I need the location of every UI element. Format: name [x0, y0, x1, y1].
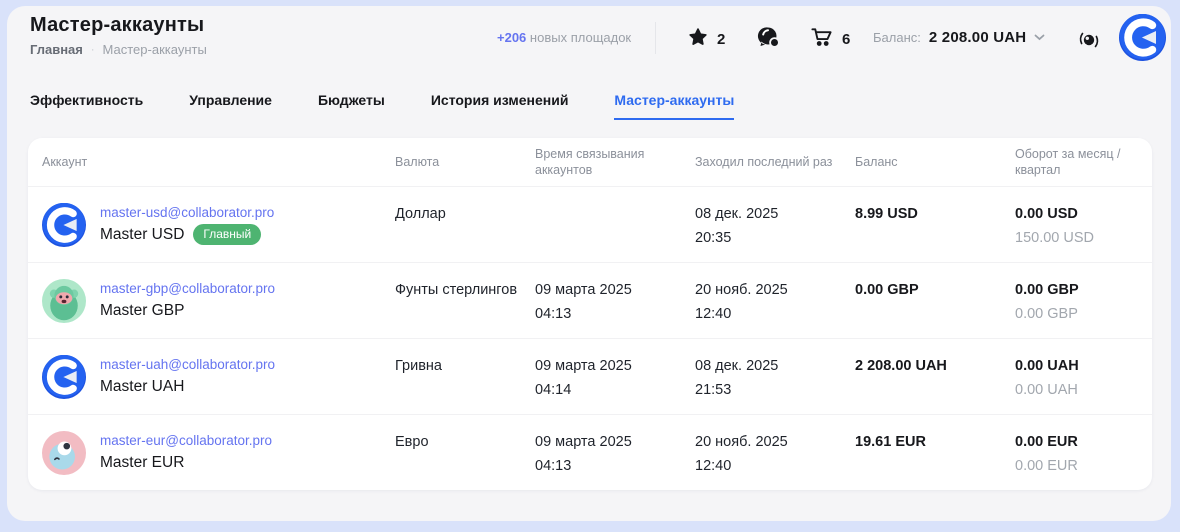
table-row[interactable]: master-gbp@collaborator.pro Master GBP Ф… [28, 262, 1152, 338]
main-account-badge: Главный [193, 224, 261, 245]
tab-history[interactable]: История изменений [431, 88, 569, 120]
account-email-link[interactable]: master-eur@collaborator.pro [100, 431, 272, 451]
linked-time-cell: 09 марта 2025 04:14 [535, 339, 695, 414]
account-email-link[interactable]: master-gbp@collaborator.pro [100, 279, 275, 299]
currency-cell: Евро [395, 415, 535, 490]
linked-time-cell: 09 марта 2025 04:13 [535, 415, 695, 490]
messages-button[interactable] [757, 26, 781, 52]
account-name: Master USD [100, 223, 184, 247]
avatar [42, 431, 86, 475]
chevron-down-icon [1034, 28, 1045, 46]
balance-label: Баланс: [873, 30, 921, 45]
column-header-currency: Валюта [395, 154, 535, 170]
turnover-cell: 0.00 EUR 0.00 EUR [1015, 415, 1152, 490]
breadcrumb-separator: · [91, 44, 95, 56]
new-platforms-label: новых площадок [530, 30, 631, 45]
account-email-link[interactable]: master-uah@collaborator.pro [100, 355, 275, 375]
linked-time-cell: 09 марта 2025 04:13 [535, 263, 695, 338]
tab-management[interactable]: Управление [189, 88, 272, 120]
column-header-last-seen: Заходил последний раз [695, 154, 855, 170]
turnover-cell: 0.00 GBP 0.00 GBP [1015, 263, 1152, 338]
column-header-balance: Баланс [855, 154, 1015, 170]
topbar-divider [655, 22, 656, 54]
table-header-row: Аккаунт Валюта Время связывания аккаунто… [28, 138, 1152, 186]
breadcrumb-home-link[interactable]: Главная [30, 42, 83, 57]
avatar [42, 355, 86, 399]
account-name: Master GBP [100, 299, 184, 323]
new-platforms-link[interactable]: +206 новых площадок [497, 30, 631, 45]
column-header-turnover: Оборот за месяц / квартал [1015, 146, 1152, 178]
breadcrumb: Главная · Мастер-аккаунты [30, 42, 207, 57]
topbar: Мастер-аккаунты Главная · Мастер-аккаунт… [7, 6, 1171, 76]
cart-count: 6 [842, 31, 850, 48]
balance-cell: 0.00 GBP [855, 263, 1015, 338]
account-name: Master UAH [100, 375, 184, 399]
column-header-linked-time: Время связывания аккаунтов [535, 146, 695, 178]
balance-value: 2 208.00 UAH [929, 29, 1026, 46]
account-email-link[interactable]: master-usd@collaborator.pro [100, 203, 274, 223]
currency-cell: Доллар [395, 187, 535, 262]
master-accounts-table: Аккаунт Валюта Время связывания аккаунто… [28, 138, 1152, 490]
tab-effectiveness[interactable]: Эффективность [30, 88, 143, 120]
last-seen-cell: 08 дек. 2025 21:53 [695, 339, 855, 414]
turnover-cell: 0.00 UAH 0.00 UAH [1015, 339, 1152, 414]
breadcrumb-current: Мастер-аккаунты [103, 42, 207, 57]
last-seen-cell: 20 нояб. 2025 12:40 [695, 415, 855, 490]
tab-bar: Эффективность Управление Бюджеты История… [7, 76, 1171, 120]
turnover-cell: 0.00 USD 150.00 USD [1015, 187, 1152, 262]
cart-icon [810, 25, 833, 53]
balance-cell: 8.99 USD [855, 187, 1015, 262]
avatar [42, 279, 86, 323]
tab-budgets[interactable]: Бюджеты [318, 88, 385, 120]
currency-cell: Фунты стерлингов [395, 263, 535, 338]
currency-cell: Гривна [395, 339, 535, 414]
favorites-button[interactable]: 2 [688, 26, 725, 52]
account-name: Master EUR [100, 451, 184, 475]
balance-dropdown[interactable]: Баланс: 2 208.00 UAH [873, 28, 1045, 46]
table-row[interactable]: master-uah@collaborator.pro Master UAH Г… [28, 338, 1152, 414]
chat-icon [757, 25, 781, 54]
table-row[interactable]: master-usd@collaborator.pro Master USD Г… [28, 186, 1152, 262]
column-header-account: Аккаунт [42, 154, 395, 170]
new-platforms-count: +206 [497, 30, 526, 45]
balance-cell: 2 208.00 UAH [855, 339, 1015, 414]
avatar [42, 203, 86, 247]
favorites-count: 2 [717, 31, 725, 48]
tab-master-accounts[interactable]: Мастер-аккаунты [614, 88, 734, 120]
cart-button[interactable]: 6 [810, 26, 850, 52]
balance-cell: 19.61 EUR [855, 415, 1015, 490]
last-seen-cell: 08 дек. 2025 20:35 [695, 187, 855, 262]
linked-time-cell [535, 187, 695, 262]
page-title: Мастер-аккаунты [30, 14, 204, 37]
last-seen-cell: 20 нояб. 2025 12:40 [695, 263, 855, 338]
star-icon [688, 27, 708, 52]
collaborator-logo[interactable] [1119, 14, 1166, 61]
eye-icon[interactable] [1077, 28, 1101, 57]
app-window: Мастер-аккаунты Главная · Мастер-аккаунт… [7, 6, 1171, 521]
table-row[interactable]: master-eur@collaborator.pro Master EUR Е… [28, 414, 1152, 490]
